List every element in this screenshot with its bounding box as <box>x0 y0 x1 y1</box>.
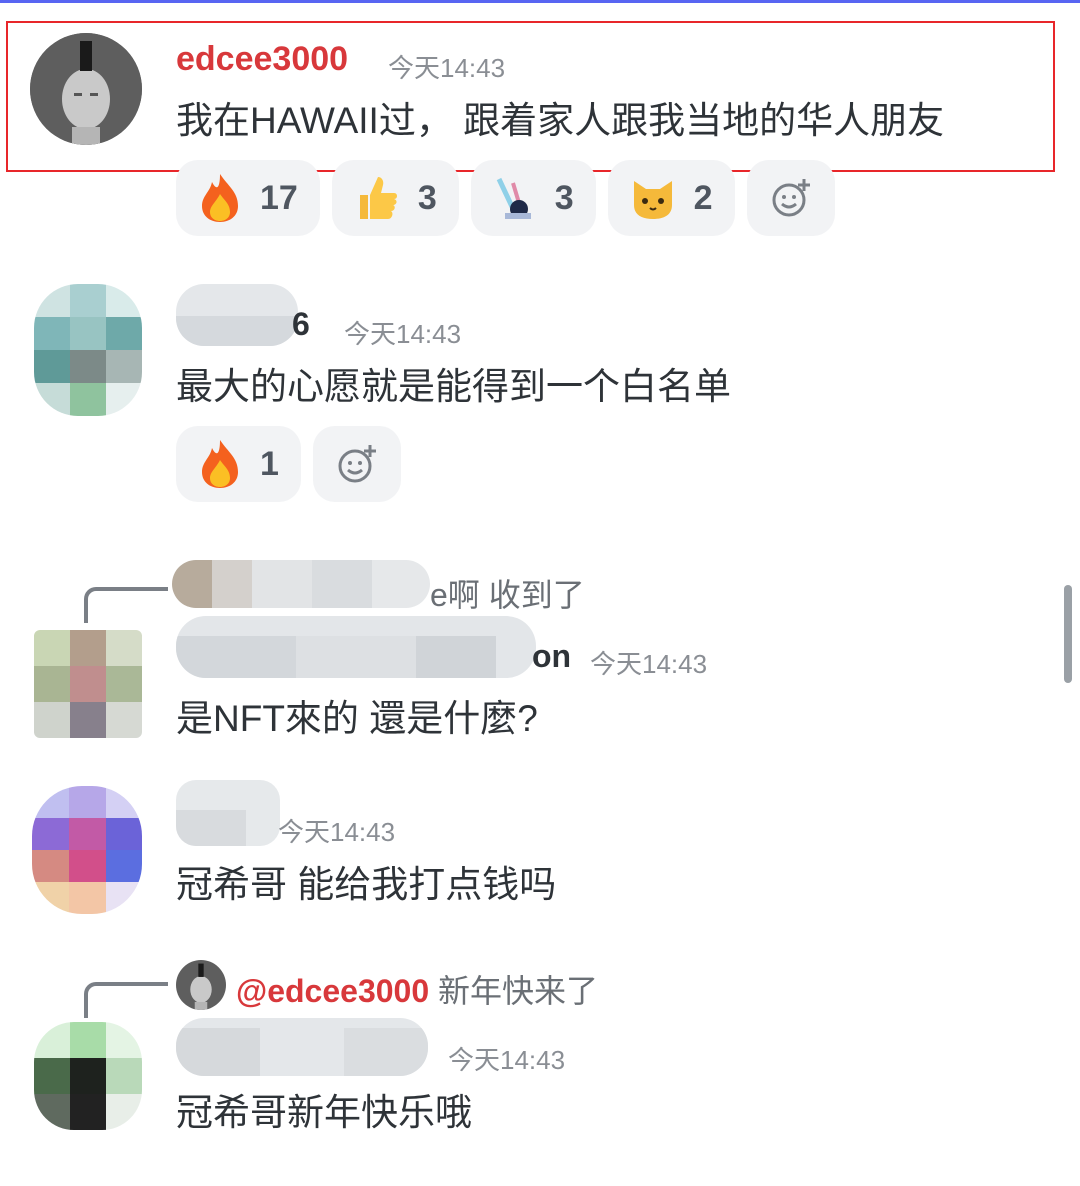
message-text: 冠希哥 能给我打点钱吗 <box>176 864 557 905</box>
sticker-icon <box>493 173 537 223</box>
reaction-fire[interactable]: 1 <box>176 426 301 502</box>
avatar[interactable] <box>32 786 142 914</box>
reaction-fire[interactable]: 17 <box>176 160 320 236</box>
username-visible-part: on <box>532 638 572 674</box>
reaction-count: 3 <box>417 178 437 217</box>
cat-face-icon <box>630 175 676 221</box>
message-text: 我在HAWAII过， 跟着家人跟我当地的华人朋友 <box>176 100 945 141</box>
reaction-bar: 17 3 3 2 <box>176 160 835 236</box>
add-reaction-button[interactable] <box>746 160 835 236</box>
username[interactable]: edcee3000 <box>176 40 348 79</box>
fire-icon <box>198 172 242 224</box>
reply-preview-blurred[interactable] <box>172 560 430 608</box>
reply-preview-text: 新年快来了 <box>438 973 599 1009</box>
timestamp: 今天14:43 <box>278 817 396 847</box>
username-blurred[interactable] <box>176 1018 428 1076</box>
thumbs-up-icon <box>354 173 400 223</box>
reaction-count: 17 <box>260 178 298 217</box>
reply-mention[interactable]: @edcee3000 <box>236 973 429 1009</box>
add-reaction-button[interactable] <box>312 426 401 502</box>
reply-preview[interactable]: @edcee3000 新年快来了 <box>236 966 598 1012</box>
scrollbar[interactable] <box>1064 585 1072 683</box>
reaction-count: 2 <box>693 178 713 217</box>
reaction-cat[interactable]: 2 <box>607 160 735 236</box>
reaction-bar: 1 <box>176 426 401 502</box>
top-accent-line <box>0 0 1080 3</box>
reply-preview-text[interactable]: e啊 收到了 <box>430 570 585 616</box>
reply-connector <box>84 587 168 623</box>
avatar[interactable] <box>34 1022 142 1130</box>
timestamp: 今天14:43 <box>344 319 462 349</box>
message-text: 是NFT來的 還是什麼? <box>176 698 538 739</box>
reaction-custom-sticker[interactable]: 3 <box>470 160 596 236</box>
message-text: 最大的心愿就是能得到一个白名单 <box>176 366 731 407</box>
reply-avatar[interactable] <box>176 960 226 1010</box>
timestamp: 今天14:43 <box>388 53 506 83</box>
reaction-count: 3 <box>554 178 574 217</box>
username-visible-part: 6 <box>292 306 310 342</box>
reaction-count: 1 <box>260 444 279 483</box>
timestamp: 今天14:43 <box>590 649 708 679</box>
reply-connector <box>84 982 168 1018</box>
message-text: 冠希哥新年快乐哦 <box>176 1092 472 1133</box>
username-blurred[interactable] <box>176 284 298 346</box>
username-blurred[interactable] <box>176 616 536 678</box>
avatar[interactable] <box>34 630 142 738</box>
reaction-thumbs-up[interactable]: 3 <box>331 160 459 236</box>
add-reaction-icon <box>770 177 812 219</box>
fire-icon <box>198 438 242 490</box>
avatar[interactable] <box>30 33 142 145</box>
timestamp: 今天14:43 <box>448 1045 566 1075</box>
username-blurred[interactable] <box>176 780 280 846</box>
avatar[interactable] <box>34 284 142 416</box>
add-reaction-icon <box>336 443 378 485</box>
